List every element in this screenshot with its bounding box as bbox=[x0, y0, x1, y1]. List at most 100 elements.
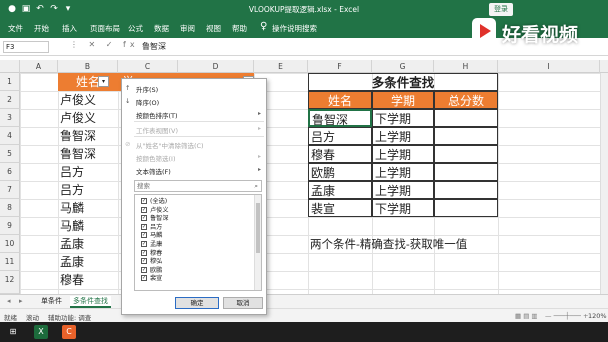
sheet-tab-single[interactable]: 单条件 bbox=[38, 296, 65, 308]
column-header-g[interactable]: G bbox=[372, 60, 434, 73]
column-header-a[interactable]: A bbox=[20, 60, 58, 73]
left-name-cell[interactable]: 鲁智深 bbox=[60, 145, 96, 163]
left-name-cell[interactable]: 吕方 bbox=[60, 163, 84, 181]
left-name-cell[interactable]: 孟康 bbox=[60, 235, 84, 253]
left-name-cell[interactable]: 马麟 bbox=[60, 217, 84, 235]
cancel-button[interactable]: 取消 bbox=[223, 297, 263, 309]
lookup-name-cell[interactable]: 孟康 bbox=[308, 181, 372, 199]
menu-sort-ascending[interactable]: 升序(S) bbox=[136, 84, 158, 94]
left-name-cell[interactable]: 马麟 bbox=[60, 199, 84, 217]
filter-search-input[interactable]: 搜索 ⌕ bbox=[134, 180, 262, 192]
row-header-11[interactable]: 11 bbox=[0, 253, 20, 271]
lookup-name-cell[interactable]: 穆春 bbox=[308, 145, 372, 163]
worksheet-grid[interactable]: 姓名 学 卢俊义 卢俊义 鲁智深 鲁智深 吕方 吕方 马麟 马麟 孟康 孟康 穆… bbox=[20, 73, 600, 294]
formula-bar-icons[interactable]: ⋮ ✕ ✓ fx bbox=[70, 40, 139, 49]
lookup-score-cell[interactable] bbox=[434, 199, 498, 217]
lookup-term-cell[interactable]: 上学期 bbox=[372, 163, 434, 181]
sheet-nav-next-icon[interactable]: ▸ bbox=[16, 296, 26, 308]
select-all-corner[interactable] bbox=[0, 60, 20, 73]
tab-file[interactable]: 文件 bbox=[8, 23, 23, 34]
tab-help[interactable]: 帮助 bbox=[232, 23, 247, 34]
tab-home[interactable]: 开始 bbox=[34, 23, 49, 34]
lookup-score-cell[interactable] bbox=[434, 181, 498, 199]
menu-sort-descending[interactable]: 降序(O) bbox=[136, 97, 159, 107]
lookup-term-cell[interactable]: 上学期 bbox=[372, 145, 434, 163]
row-header-2[interactable]: 2 bbox=[0, 91, 20, 109]
lookup-name-cell[interactable]: 欧鹏 bbox=[308, 163, 372, 181]
row-header-8[interactable]: 8 bbox=[0, 199, 20, 217]
checkbox-checked-icon[interactable]: ✓ bbox=[141, 266, 147, 273]
left-name-cell[interactable]: 鲁智深 bbox=[60, 127, 96, 145]
checkbox-checked-icon[interactable]: ✓ bbox=[141, 249, 147, 256]
tab-view[interactable]: 视图 bbox=[206, 23, 221, 34]
checkbox-checked-icon[interactable]: ✓ bbox=[141, 241, 147, 247]
checkbox-checked-icon[interactable]: ✓ bbox=[141, 223, 147, 230]
left-name-cell[interactable]: 穆春 bbox=[60, 271, 84, 289]
row-header-1[interactable]: 1 bbox=[0, 73, 20, 91]
lookup-score-cell[interactable] bbox=[434, 109, 498, 127]
row-header-4[interactable]: 4 bbox=[0, 127, 20, 145]
status-accessibility[interactable]: 辅助功能: 调查 bbox=[48, 312, 91, 322]
sheet-tab-multi[interactable]: 多条件查找 bbox=[70, 296, 111, 308]
lookup-name-cell[interactable]: 裴宣 bbox=[308, 199, 372, 217]
filter-list-scrollbar[interactable] bbox=[254, 195, 261, 290]
column-header-d[interactable]: D bbox=[178, 60, 254, 73]
checkbox-checked-icon[interactable]: ✓ bbox=[141, 275, 147, 282]
lookup-score-cell[interactable] bbox=[434, 163, 498, 181]
row-header-9[interactable]: 9 bbox=[0, 217, 20, 235]
checkbox-checked-icon[interactable]: ✓ bbox=[141, 215, 147, 222]
filter-list-item[interactable]: ✓ 孟康 bbox=[141, 241, 162, 250]
vertical-scrollbar[interactable] bbox=[600, 73, 608, 294]
column-header-i[interactable]: I bbox=[498, 60, 600, 73]
checkbox-checked-icon[interactable]: ✓ bbox=[141, 206, 147, 213]
checkbox-checked-icon[interactable]: ✓ bbox=[141, 258, 147, 265]
sheet-nav-prev-icon[interactable]: ◂ bbox=[4, 296, 14, 308]
zoom-level[interactable]: 120% bbox=[588, 312, 607, 320]
column-header-c[interactable]: C bbox=[118, 60, 178, 73]
checkbox-checked-icon[interactable]: ✓ bbox=[141, 232, 147, 239]
app-taskbar-icon[interactable]: C bbox=[62, 325, 76, 339]
formula-input[interactable]: 鲁智深 bbox=[142, 41, 166, 52]
row-header-6[interactable]: 6 bbox=[0, 163, 20, 181]
checkbox-checked-icon[interactable]: ✓ bbox=[141, 198, 147, 204]
lookup-term-cell[interactable]: 上学期 bbox=[372, 181, 434, 199]
tab-data[interactable]: 数据 bbox=[154, 23, 169, 34]
start-icon[interactable]: ⊞ bbox=[6, 325, 20, 339]
lookup-term-cell[interactable]: 上学期 bbox=[372, 127, 434, 145]
filter-list-item[interactable]: ✓ (全选) bbox=[141, 198, 167, 207]
column-header-f[interactable]: F bbox=[308, 60, 372, 73]
ok-button[interactable]: 确定 bbox=[175, 297, 219, 309]
lookup-score-cell[interactable] bbox=[434, 145, 498, 163]
left-name-cell[interactable]: 吕方 bbox=[60, 181, 84, 199]
row-header-7[interactable]: 7 bbox=[0, 181, 20, 199]
filter-list-item[interactable]: ✓ 卢俊义 bbox=[141, 206, 169, 216]
lookup-name-cell[interactable]: 鲁智深 bbox=[308, 109, 372, 127]
tab-review[interactable]: 审阅 bbox=[180, 23, 195, 34]
tab-formulas[interactable]: 公式 bbox=[128, 23, 143, 34]
tab-page-layout[interactable]: 页面布局 bbox=[90, 23, 120, 34]
zoom-slider[interactable]: — ───┼─── + bbox=[545, 312, 588, 320]
column-header-e[interactable]: E bbox=[254, 60, 308, 73]
column-header-h[interactable]: H bbox=[434, 60, 498, 73]
row-header-5[interactable]: 5 bbox=[0, 145, 20, 163]
row-header-12[interactable]: 12 bbox=[0, 271, 20, 294]
left-name-cell[interactable]: 卢俊义 bbox=[60, 109, 96, 127]
left-name-cell[interactable]: 孟康 bbox=[60, 253, 84, 271]
lookup-term-cell[interactable]: 下学期 bbox=[372, 109, 434, 127]
lookup-term-cell[interactable]: 下学期 bbox=[372, 199, 434, 217]
filter-list-item[interactable]: ✓ 穆春 bbox=[141, 249, 162, 259]
filter-list-item[interactable]: ✓ 穆弘 bbox=[141, 258, 162, 267]
left-name-cell[interactable]: 卢俊义 bbox=[60, 91, 96, 109]
lookup-name-cell[interactable]: 吕方 bbox=[308, 127, 372, 145]
filter-list-item[interactable]: ✓ 裴宣 bbox=[141, 275, 162, 284]
filter-value-list[interactable]: ✓ (全选) ✓ 卢俊义 ✓ 鲁智深 ✓ 吕方 ✓ 马麟 ✓ 孟康 ✓ 穆春 ✓ 穆弘 ✓ 欧鹏 … bbox=[134, 194, 262, 291]
lookup-score-cell[interactable] bbox=[434, 127, 498, 145]
filter-dropdown-button[interactable]: ▾ bbox=[98, 76, 109, 87]
excel-taskbar-icon[interactable]: X bbox=[34, 325, 48, 339]
row-header-3[interactable]: 3 bbox=[0, 109, 20, 127]
menu-sort-by-color[interactable]: 按颜色排序(T) bbox=[136, 110, 178, 120]
name-box[interactable]: F3 bbox=[3, 41, 49, 53]
filter-list-item[interactable]: ✓ 马麟 bbox=[141, 232, 162, 241]
view-mode-icons[interactable]: ▦ ▤ ▥ bbox=[515, 312, 538, 320]
tab-insert[interactable]: 插入 bbox=[62, 23, 77, 34]
